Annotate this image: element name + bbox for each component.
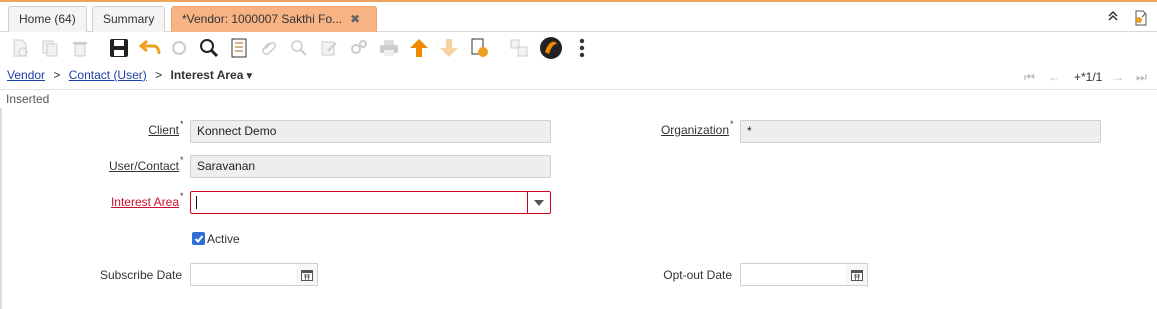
workflow-icon[interactable] [347, 36, 371, 60]
find-icon[interactable] [197, 36, 221, 60]
new-record-icon[interactable] [8, 36, 32, 60]
tab-vendor[interactable]: *Vendor: 1000007 Sakthi Fo... ✖ [171, 6, 377, 32]
refresh-icon[interactable] [167, 36, 191, 60]
client-field[interactable]: Konnect Demo [190, 120, 551, 143]
active-checkbox[interactable] [192, 232, 205, 245]
interest-area-label[interactable]: Interest Area [111, 195, 179, 209]
history-icon[interactable] [227, 36, 251, 60]
undo-icon[interactable] [138, 36, 162, 60]
product-info-icon[interactable] [507, 36, 531, 60]
interest-area-input[interactable] [190, 191, 551, 214]
breadcrumb-separator: > [155, 68, 163, 82]
breadcrumb: Vendor > Contact (User) > Interest Area▼ [7, 68, 254, 82]
next-record-icon[interactable] [437, 36, 461, 60]
delete-icon[interactable] [68, 36, 92, 60]
close-tab-icon[interactable]: ✖ [350, 12, 360, 26]
subscribe-date-label: Subscribe Date [99, 268, 182, 282]
required-marker: * [730, 119, 734, 129]
toolbar [0, 33, 1157, 63]
required-marker: * [180, 155, 184, 165]
record-counter: +*1/1 [1074, 70, 1103, 84]
tab-home-label: Home (64) [19, 12, 76, 26]
organization-field[interactable]: * [740, 120, 1101, 143]
subscribe-date-input[interactable] [190, 263, 297, 286]
tab-vendor-label: *Vendor: 1000007 Sakthi Fo... [182, 12, 343, 26]
breadcrumb-separator: > [53, 68, 61, 82]
opt-out-date-input[interactable] [740, 263, 847, 286]
tab-bar: Home (64) Summary *Vendor: 1000007 Sakth… [0, 2, 1157, 32]
prev-record-nav-icon[interactable]: ← [1048, 70, 1060, 84]
calendar-icon[interactable] [296, 263, 318, 286]
next-record-nav-icon[interactable]: → [1112, 70, 1124, 84]
previous-record-icon[interactable] [407, 36, 431, 60]
user-contact-label[interactable]: User/Contact [109, 159, 179, 173]
breadcrumb-bar: Vendor > Contact (User) > Interest Area▼… [0, 64, 1157, 90]
zoom-across-icon[interactable] [287, 36, 311, 60]
first-record-icon[interactable]: ⏮ [1024, 70, 1035, 85]
attachment-icon[interactable] [257, 36, 281, 60]
window-export-icon[interactable] [1133, 10, 1149, 26]
collapse-icon[interactable] [1108, 10, 1118, 26]
organization-label[interactable]: Organization [661, 123, 729, 137]
user-contact-field[interactable]: Saravanan [190, 155, 551, 178]
breadcrumb-vendor-link[interactable]: Vendor [7, 68, 45, 82]
last-record-icon[interactable]: ⏭ [1136, 70, 1147, 85]
tab-summary[interactable]: Summary [92, 6, 166, 32]
breadcrumb-current: Interest Area [170, 68, 244, 82]
more-options-icon[interactable] [570, 36, 594, 60]
breadcrumb-contact-link[interactable]: Contact (User) [69, 68, 147, 82]
client-label[interactable]: Client [148, 123, 179, 137]
breadcrumb-dropdown-icon[interactable]: ▼ [244, 71, 254, 82]
note-icon[interactable] [317, 36, 341, 60]
detail-form: Client * Konnect Demo Organization * * U… [0, 108, 1157, 309]
report-icon[interactable] [467, 36, 491, 60]
active-label[interactable]: Active [207, 232, 240, 246]
tab-home[interactable]: Home (64) [8, 6, 87, 32]
required-marker: * [180, 191, 184, 201]
opt-out-date-label: Opt-out Date [663, 268, 732, 282]
interest-area-dropdown-button[interactable] [527, 192, 550, 213]
status-text: Inserted [6, 92, 50, 106]
text-cursor [196, 196, 197, 209]
required-marker: * [180, 119, 184, 129]
process-icon[interactable] [539, 36, 563, 60]
save-icon[interactable] [107, 36, 131, 60]
copy-record-icon[interactable] [38, 36, 62, 60]
calendar-icon[interactable] [846, 263, 868, 286]
print-icon[interactable] [377, 36, 401, 60]
tab-summary-label: Summary [103, 12, 155, 26]
